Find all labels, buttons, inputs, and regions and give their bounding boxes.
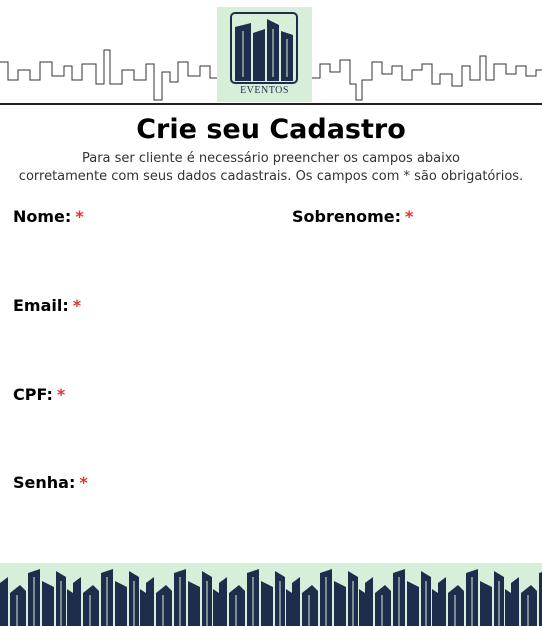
label-senha-text: Senha: bbox=[13, 473, 76, 492]
subtitle-line-2: corretamente com seus dados cadastrais. … bbox=[18, 169, 524, 184]
label-cpf-text: CPF: bbox=[13, 385, 53, 404]
logo-text: EVENTOS bbox=[240, 85, 289, 96]
footer-skyline bbox=[0, 563, 542, 626]
field-label-senha: Senha: * bbox=[13, 473, 88, 492]
required-mark: * bbox=[72, 296, 82, 315]
subtitle-line-1: Para ser cliente é necessário preencher … bbox=[81, 151, 460, 166]
eventos-logo: EVENTOS bbox=[217, 7, 312, 102]
page-subtitle: Para ser cliente é necessário preencher … bbox=[0, 150, 542, 186]
label-sobrenome-text: Sobrenome: bbox=[292, 207, 402, 226]
label-nome-text: Nome: bbox=[13, 207, 72, 226]
required-mark: * bbox=[405, 207, 414, 226]
field-label-sobrenome: Sobrenome: * bbox=[292, 207, 413, 226]
label-email-text: Email: bbox=[13, 296, 69, 315]
required-mark: * bbox=[75, 207, 84, 226]
required-mark: * bbox=[79, 473, 88, 492]
header: EVENTOS bbox=[0, 0, 542, 106]
required-mark: * bbox=[56, 385, 66, 404]
field-label-nome: Nome: * bbox=[13, 207, 84, 226]
header-divider bbox=[0, 103, 542, 105]
page-title: Crie seu Cadastro bbox=[136, 114, 406, 145]
buildings-pattern-icon bbox=[0, 563, 542, 626]
field-label-email: Email: * bbox=[13, 296, 81, 315]
field-label-cpf: CPF: * bbox=[13, 385, 65, 404]
